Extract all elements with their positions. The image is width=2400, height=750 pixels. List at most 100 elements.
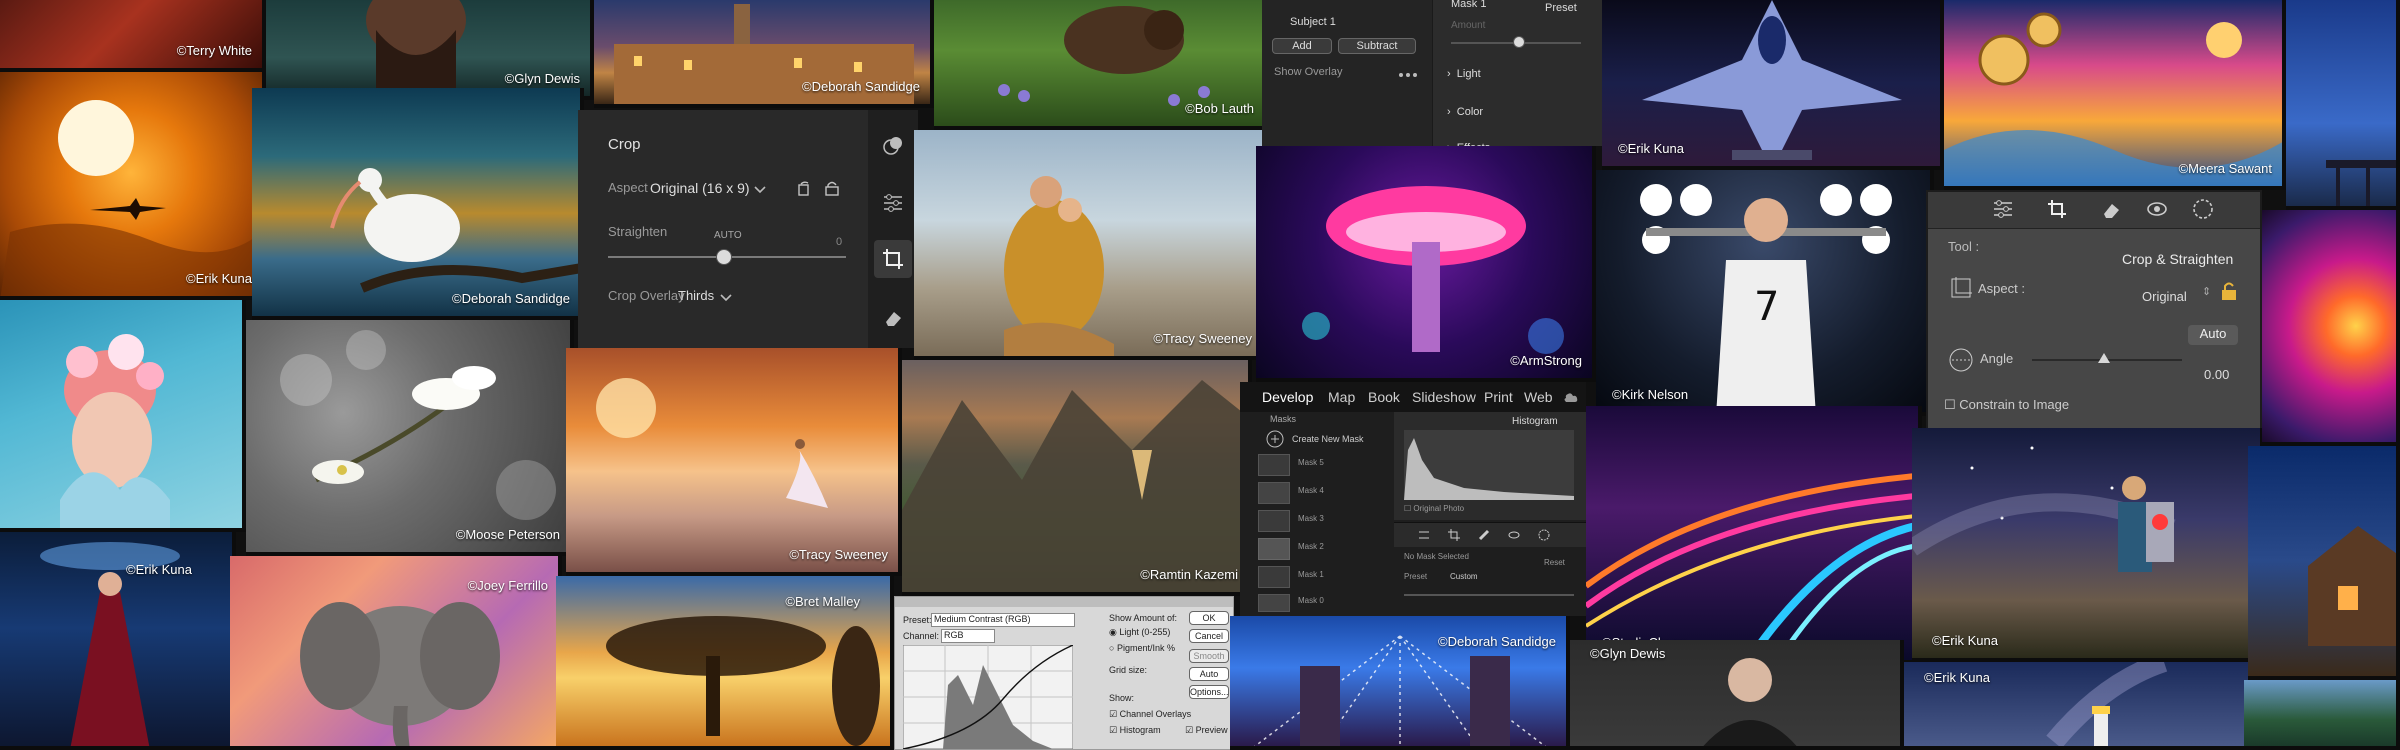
create-new-mask-button[interactable]: Create New Mask (1292, 434, 1364, 444)
photo-blue-dusk (2286, 0, 2400, 210)
auto-label[interactable]: AUTO (714, 230, 742, 241)
curves-channel-label: Channel: (903, 631, 940, 641)
lock-icon[interactable] (2220, 281, 2238, 301)
mask-item[interactable] (1258, 454, 1290, 476)
light-option[interactable]: ◉ Light (0-255) (1109, 627, 1170, 638)
mask-item[interactable] (1258, 594, 1290, 612)
chevron-down-icon[interactable] (720, 294, 732, 302)
curves-graph[interactable] (903, 645, 1073, 749)
add-mask-icon[interactable] (1266, 430, 1284, 448)
edit-sliders-icon[interactable] (1418, 529, 1430, 541)
presets-icon[interactable] (882, 134, 904, 156)
crop-icon[interactable] (1448, 529, 1460, 541)
photo-credit: ©Erik Kuna (1924, 670, 1990, 685)
mask-item[interactable] (1258, 510, 1290, 532)
tool-name: Crop & Straighten (2122, 251, 2234, 267)
eraser-icon[interactable] (882, 306, 904, 328)
crop-icon[interactable] (881, 247, 905, 271)
module-slideshow[interactable]: Slideshow (1412, 389, 1476, 405)
rain-dress-illustration (40, 542, 180, 746)
lock-icon[interactable] (824, 180, 840, 196)
photo-macro-flower (2262, 210, 2400, 446)
curves-dialog: Preset: Medium Contrast (RGB) Channel: R… (894, 596, 1234, 750)
masking-icon[interactable] (1538, 529, 1550, 541)
auto-straighten-button[interactable]: Auto (2188, 325, 2238, 345)
mask-item[interactable] (1258, 538, 1290, 560)
valley-illustration (902, 380, 1248, 592)
channel-overlays-option[interactable]: ☑ Channel Overlays (1109, 709, 1191, 720)
mask-item[interactable] (1258, 566, 1290, 588)
color-section[interactable]: › Color (1447, 106, 1483, 118)
curves-preset-dropdown[interactable]: Medium Contrast (RGB) (931, 613, 1075, 627)
photo-golden-tree-sunset: ©Bret Malley (556, 576, 894, 750)
photo-credit: ©Tracy Sweeney (1153, 331, 1252, 346)
ok-button[interactable]: OK (1189, 611, 1229, 625)
no-mask-selected-label: No Mask Selected (1404, 552, 1469, 561)
preview-checkbox[interactable]: ☑ Preview (1185, 725, 1228, 736)
module-print[interactable]: Print (1484, 389, 1513, 405)
mask-title: Mask 1 (1451, 0, 1487, 10)
red-eye-icon[interactable] (2146, 198, 2168, 220)
curves-channel-dropdown[interactable]: RGB (941, 629, 995, 643)
edit-sliders-icon[interactable] (1992, 198, 2014, 220)
angle-slider-handle[interactable] (2098, 353, 2110, 363)
preset-dropdown[interactable]: Preset (1545, 2, 1577, 14)
red-eye-icon[interactable] (1508, 529, 1520, 541)
auto-button[interactable]: Auto (1189, 667, 1229, 681)
photo-fighter-jet: ©Erik Kuna (1602, 0, 1944, 170)
module-develop[interactable]: Develop (1262, 389, 1313, 405)
straighten-slider-handle[interactable] (716, 249, 732, 265)
masking-icon[interactable] (2192, 198, 2214, 220)
crop-overlay-dropdown[interactable]: Thirds (678, 288, 714, 303)
options-button[interactable]: Options... (1189, 685, 1229, 699)
heal-icon[interactable] (1478, 529, 1490, 541)
cloud-icon[interactable] (1562, 391, 1578, 403)
light-section[interactable]: › Light (1447, 68, 1481, 80)
module-map[interactable]: Map (1328, 389, 1355, 405)
photo-woman-red-hair: ©Terry White (0, 0, 266, 72)
svg-text:7: 7 (1754, 284, 1779, 330)
sun-plane-illustration (0, 100, 262, 296)
crop-icon[interactable] (2046, 198, 2068, 220)
angle-value[interactable]: 0.00 (2204, 367, 2229, 382)
curves-preset-label: Preset: (903, 615, 932, 625)
smooth-button[interactable]: Smooth (1189, 649, 1229, 663)
aspect-dropdown[interactable]: Original (2142, 289, 2187, 304)
dancer-illustration (596, 378, 828, 508)
cancel-button[interactable]: Cancel (1189, 629, 1229, 643)
level-icon[interactable] (1948, 347, 1974, 373)
tool-label: Tool : (1948, 239, 1980, 254)
straighten-value[interactable]: 0 (836, 236, 842, 248)
module-book[interactable]: Book (1368, 389, 1400, 405)
eraser-icon[interactable] (2100, 198, 2122, 220)
mask-item-label: Mask 0 (1298, 596, 1324, 605)
photo-credit: ©Glyn Dewis (504, 71, 580, 86)
amount-slider-handle[interactable] (1513, 36, 1525, 48)
pigment-option[interactable]: ○ Pigment/Ink % (1109, 643, 1175, 653)
straighten-label: Straighten (608, 224, 668, 239)
constrain-to-image-checkbox[interactable]: ☐ Constrain to Image (1944, 397, 2069, 413)
aspect-dropdown[interactable]: Original (16 x 9) (650, 180, 750, 196)
original-photo-checkbox[interactable]: ☐ Original Photo (1404, 504, 1464, 513)
photo-credit: ©Deborah Sandidge (802, 79, 920, 94)
reset-button[interactable]: Reset (1544, 558, 1565, 567)
subtract-mask-button[interactable]: Subtract (1338, 38, 1416, 54)
edit-sliders-icon[interactable] (882, 192, 904, 214)
histogram-graph (1404, 430, 1574, 500)
photo-white-flower: ©Moose Peterson (246, 320, 574, 556)
rotate-icon[interactable] (796, 180, 812, 196)
more-options-icon[interactable] (1398, 72, 1418, 78)
mask-amount-slider[interactable] (1404, 594, 1574, 596)
photo-credit: ©ArmStrong (1510, 353, 1582, 368)
aspect-spinner-icon[interactable]: ⇕ (2202, 285, 2211, 298)
subject-mask-label[interactable]: Subject 1 (1290, 16, 1336, 28)
histogram-option[interactable]: ☑ Histogram (1109, 725, 1161, 736)
chevron-down-icon[interactable] (754, 186, 766, 194)
custom-preset-dropdown[interactable]: Custom (1450, 572, 1478, 581)
photo-elephant-clouds: ©Joey Ferrillo (230, 556, 562, 750)
crop-frame-icon[interactable] (1950, 277, 1972, 299)
module-web[interactable]: Web (1524, 389, 1553, 405)
mask-item[interactable] (1258, 482, 1290, 504)
ibis-illustration (330, 168, 580, 293)
add-mask-button[interactable]: Add (1272, 38, 1332, 54)
